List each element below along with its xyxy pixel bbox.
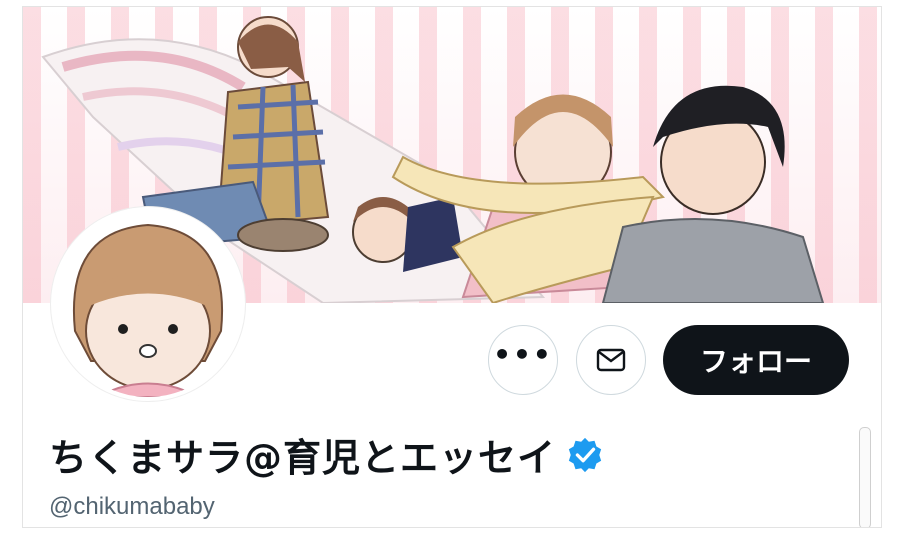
name-row: ちくまサラ@育児とエッセイ [49,427,604,482]
avatar-illustration [55,211,241,397]
more-horizontal-icon: ••• [493,338,553,371]
scrollbar[interactable] [859,427,871,527]
display-name: ちくまサラ@育児とエッセイ [49,436,557,480]
profile-card: ••• フォロー ちくまサラ@育児とエッセイ @chikumababy [22,6,882,528]
envelope-icon [596,348,626,372]
profile-handle: @chikumababy [49,493,215,520]
profile-avatar[interactable] [51,207,245,401]
verified-badge-icon[interactable] [566,436,604,474]
follow-button[interactable]: フォロー [663,325,849,395]
more-button[interactable]: ••• [488,325,558,395]
message-button[interactable] [576,325,646,395]
